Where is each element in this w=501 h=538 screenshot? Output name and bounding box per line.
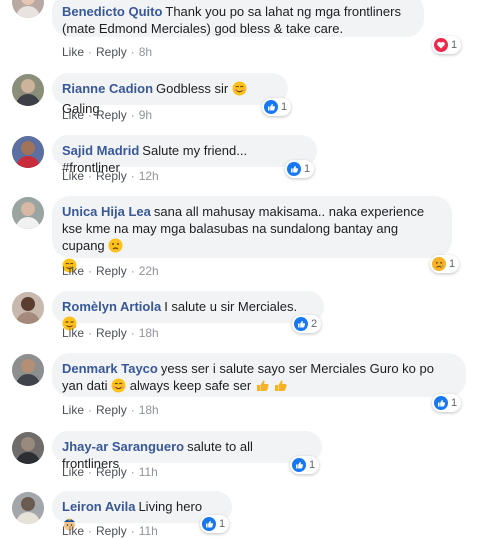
comment-bubble: Rianne Cadion Godbless sir Galing: [52, 73, 288, 116]
sad-icon: [432, 257, 446, 271]
reaction-count: 1: [219, 518, 226, 530]
like-link[interactable]: Like: [62, 45, 84, 59]
like-icon: [292, 458, 306, 472]
relieved-emoji: [232, 81, 247, 100]
comment-time[interactable]: 8h: [139, 45, 152, 59]
comment-text-continued: always keep safe ser: [129, 378, 252, 393]
comment-time[interactable]: 12h: [139, 169, 159, 183]
like-link[interactable]: Like: [62, 403, 84, 417]
avatar[interactable]: [12, 292, 44, 324]
like-icon: [264, 100, 278, 114]
reaction-badge[interactable]: 1: [262, 98, 292, 116]
reaction-count: 1: [451, 397, 458, 409]
comment-actions: Like · Reply · 11h: [62, 524, 158, 538]
reaction-count: 1: [451, 39, 458, 51]
comment-time[interactable]: 9h: [139, 108, 152, 122]
reply-link[interactable]: Reply: [96, 264, 127, 278]
comment-actions: Like · Reply · 9h: [62, 108, 153, 122]
reaction-count: 1: [304, 163, 311, 175]
like-link[interactable]: Like: [62, 326, 84, 340]
avatar[interactable]: [12, 492, 44, 524]
like-icon: [434, 396, 448, 410]
comment-actions: Like · Reply · 11h: [62, 465, 158, 479]
comment-text: Living hero: [138, 499, 203, 514]
comment-author[interactable]: Denmark Tayco: [62, 361, 158, 376]
like-link[interactable]: Like: [62, 524, 84, 538]
comment-bubble: Jhay-ar Saranguero salute to all frontlin…: [52, 431, 322, 471]
comment-text: Godbless sir: [156, 81, 229, 96]
avatar[interactable]: [12, 74, 44, 106]
comment-author[interactable]: Leiron Avila: [62, 499, 135, 514]
comment-time[interactable]: 11h: [139, 524, 158, 538]
reaction-badge[interactable]: 2: [292, 315, 322, 333]
like-link[interactable]: Like: [62, 169, 84, 183]
comment-bubble: Sajid Madrid Salute my friend... #frontli…: [52, 135, 317, 175]
comment-actions: Like · Reply · 18h: [62, 326, 159, 340]
reply-link[interactable]: Reply: [96, 524, 127, 538]
like-link[interactable]: Like: [62, 264, 84, 278]
reaction-count: 1: [449, 258, 456, 270]
comment-bubble: Benedicto Quito Thank you po sa lahat ng …: [52, 0, 424, 37]
reply-link[interactable]: Reply: [96, 326, 127, 340]
like-icon: [294, 317, 308, 331]
comment-author[interactable]: Romèlyn Artiola: [62, 299, 161, 314]
reply-link[interactable]: Reply: [96, 465, 127, 479]
like-icon: [287, 162, 301, 176]
comment-bubble: Denmark Tayco yess ser i salute sayo ser …: [52, 353, 466, 397]
reply-link[interactable]: Reply: [96, 169, 127, 183]
comment-actions: Like · Reply · 18h: [62, 403, 159, 417]
reaction-count: 1: [309, 459, 316, 471]
comment-bubble: Unica Hija Lea sana all mahusay makisama.…: [52, 196, 452, 273]
like-link[interactable]: Like: [62, 108, 84, 122]
reaction-count: 2: [311, 318, 318, 330]
worried-emoji: [108, 238, 123, 257]
like-icon: [202, 517, 216, 531]
avatar[interactable]: [12, 197, 44, 229]
reaction-badge[interactable]: 1: [430, 255, 460, 273]
comment-actions: Like · Reply · 22h: [62, 264, 159, 278]
thumbs-up-emoji: [255, 378, 270, 397]
comment-text: I salute u sir Merciales.: [164, 299, 298, 314]
avatar[interactable]: [12, 354, 44, 386]
comment-time[interactable]: 22h: [139, 264, 159, 278]
comment-time[interactable]: 18h: [139, 326, 159, 340]
like-link[interactable]: Like: [62, 465, 84, 479]
avatar[interactable]: [12, 0, 44, 18]
reaction-badge[interactable]: 1: [432, 36, 462, 54]
reaction-badge[interactable]: 1: [285, 160, 315, 178]
comment-author[interactable]: Jhay-ar Saranguero: [62, 439, 184, 454]
comment-author[interactable]: Unica Hija Lea: [62, 204, 151, 219]
thumbs-up-emoji: [273, 378, 288, 397]
reply-link[interactable]: Reply: [96, 45, 127, 59]
avatar[interactable]: [12, 432, 44, 464]
reaction-badge[interactable]: 1: [200, 515, 230, 533]
comment-author[interactable]: Sajid Madrid: [62, 143, 139, 158]
comment-author[interactable]: Rianne Cadion: [62, 81, 153, 96]
reply-link[interactable]: Reply: [96, 108, 127, 122]
comment-actions: Like · Reply · 12h: [62, 169, 159, 183]
comment-actions: Like · Reply · 8h: [62, 45, 153, 59]
heart-icon: [434, 38, 448, 52]
smiling-emoji: [111, 378, 126, 397]
reply-link[interactable]: Reply: [96, 403, 127, 417]
comment-feed: Benedicto Quito Thank you po sa lahat ng …: [0, 0, 501, 538]
comment-bubble: Romèlyn Artiola I salute u sir Merciales.: [52, 291, 324, 331]
avatar[interactable]: [12, 136, 44, 168]
comment-author[interactable]: Benedicto Quito: [62, 4, 162, 19]
reaction-badge[interactable]: 1: [432, 394, 462, 412]
comment-time[interactable]: 11h: [139, 465, 158, 479]
reaction-count: 1: [281, 101, 288, 113]
comment-time[interactable]: 18h: [139, 403, 159, 417]
reaction-badge[interactable]: 1: [290, 456, 320, 474]
